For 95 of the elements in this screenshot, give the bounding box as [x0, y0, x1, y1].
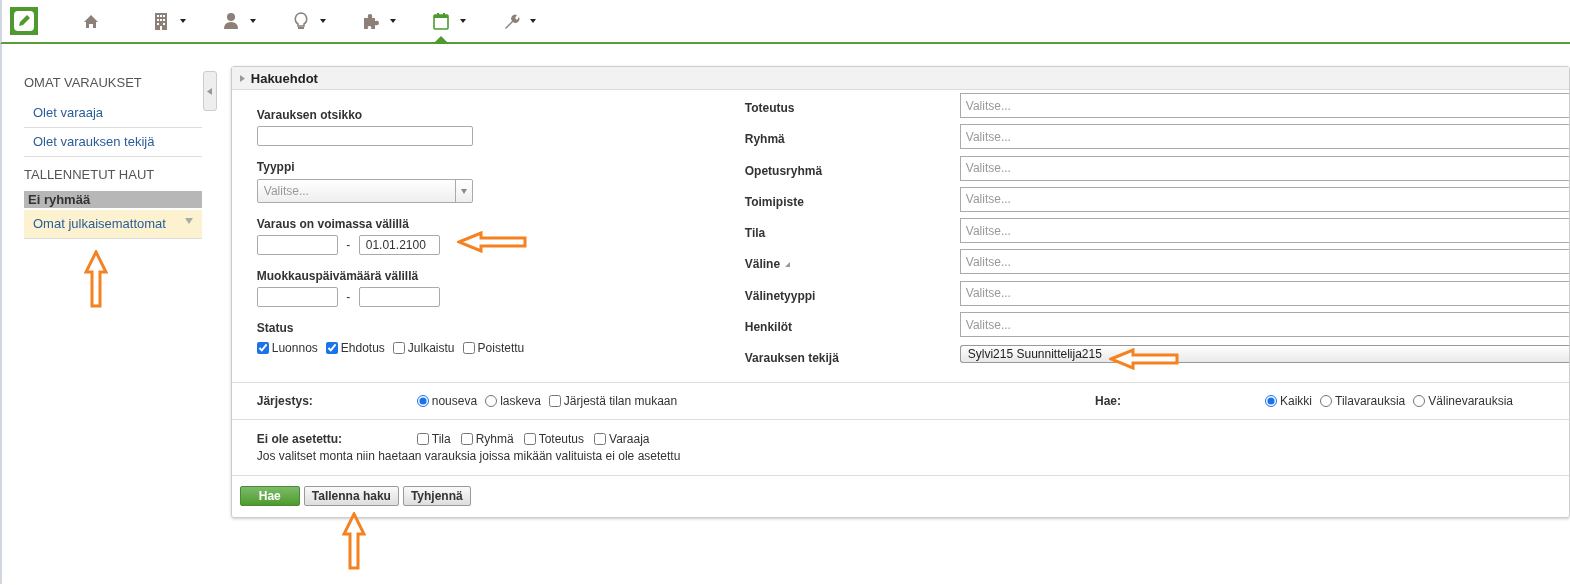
caret-icon: [250, 19, 256, 23]
date-field[interactable]: 01.01.2100: [358, 235, 440, 255]
field-label: Varauksen otsikko: [256, 108, 364, 122]
select-field[interactable]: Valitse...: [959, 93, 1569, 118]
caret-icon[interactable]: [184, 216, 193, 226]
field-label: Status: [256, 321, 295, 335]
radio-button[interactable]: [1320, 395, 1333, 407]
help-text: Jos valitset monta niin haetaan varauksia joissa mikään valituista ei ole asetettu: [256, 449, 682, 463]
option-label: Järjestä tilan mukaan: [563, 394, 678, 408]
option-label: nouseva: [431, 394, 478, 408]
date-field[interactable]: [256, 287, 338, 307]
annotation-arrow: [84, 250, 108, 308]
caret-icon: [460, 19, 466, 23]
group-header: Ei ryhmää: [24, 191, 202, 208]
option-label: Välinevarauksia: [1428, 394, 1513, 408]
caret-icon: [180, 19, 186, 23]
sidebar-item[interactable]: Omat julkaisemattomat: [24, 210, 202, 239]
field-label: Toteutus: [744, 101, 795, 115]
action-button[interactable]: Tallenna haku: [303, 486, 399, 506]
select-field[interactable]: Valitse...: [959, 280, 1569, 306]
range-separator: -: [345, 238, 352, 252]
field-label: Välinetyyppi: [744, 288, 816, 303]
option-label: Varaaja: [609, 432, 650, 446]
panel-title: Hakuehdot: [250, 70, 318, 86]
range-separator: -: [345, 290, 352, 304]
checkbox[interactable]: [460, 433, 473, 445]
date-field[interactable]: [358, 287, 440, 307]
field-label: Tila: [744, 226, 766, 241]
sidebar-item[interactable]: Olet varaaja: [24, 99, 202, 128]
field-label: Ryhmä: [744, 132, 785, 147]
collapse-button[interactable]: [202, 71, 217, 111]
field-label: Tyyppi: [256, 160, 296, 174]
option-label: Julkaistu: [407, 341, 455, 355]
checkbox[interactable]: [548, 395, 561, 407]
input-field[interactable]: [256, 126, 473, 146]
field-label: Ei ole asetettu:: [256, 432, 344, 446]
puzzle-icon: [362, 11, 380, 31]
caret-icon: [460, 188, 467, 194]
annotation-arrow: [457, 231, 527, 253]
person-icon: [222, 11, 240, 31]
caret-icon: [320, 19, 326, 23]
expand-icon[interactable]: [239, 74, 245, 82]
select-field[interactable]: Valitse...: [959, 124, 1569, 150]
field-label: Toimipiste: [744, 194, 804, 209]
radio-button[interactable]: [485, 395, 498, 407]
corner-arrow-icon[interactable]: [785, 262, 791, 267]
option-label: laskeva: [500, 394, 541, 408]
checkbox[interactable]: [256, 342, 269, 354]
select-field[interactable]: Valitse...: [959, 249, 1569, 275]
sidebar-item[interactable]: Olet varauksen tekijä: [24, 128, 202, 157]
field-label: Väline: [744, 257, 781, 272]
field-label: Opetusryhmä: [744, 163, 823, 178]
select-field[interactable]: Valitse...: [959, 155, 1569, 181]
select-field[interactable]: Sylvi215 Suunnittelija215: [959, 345, 1569, 364]
field-label: Henkilöt: [744, 320, 793, 335]
option-label: Ryhmä: [475, 432, 514, 446]
caret-icon: [390, 19, 396, 23]
option-label: Poistettu: [477, 341, 525, 355]
app-logo-icon[interactable]: [10, 7, 38, 35]
radio-button[interactable]: [1265, 395, 1277, 407]
annotation-arrow: [342, 512, 366, 570]
checkbox[interactable]: [462, 342, 475, 354]
select-field[interactable]: Valitse...: [959, 312, 1569, 338]
select-field[interactable]: Valitse...: [256, 179, 473, 203]
radio-button[interactable]: [1413, 395, 1426, 407]
collapse-icon: [207, 87, 213, 95]
action-button[interactable]: Tyhjennä: [402, 486, 471, 506]
annotation-arrow: [1109, 348, 1179, 370]
field-label: Järjestys:: [256, 394, 314, 408]
option-label: Ehdotus: [340, 341, 385, 355]
calendar-icon: [432, 11, 450, 31]
sidebar-heading: OMAT VARAUKSET: [24, 74, 143, 92]
option-label: Kaikki: [1280, 394, 1313, 408]
field-label: Hae:: [1095, 394, 1123, 408]
select-field[interactable]: Valitse...: [959, 186, 1569, 212]
option-label: Toteutus: [538, 432, 585, 446]
checkbox[interactable]: [416, 433, 429, 445]
bulb-icon: [292, 11, 310, 31]
field-label: Muokkauspäivämäärä välillä: [256, 269, 420, 283]
option-label: Tilavarauksia: [1335, 394, 1406, 408]
building-icon: [152, 11, 170, 31]
field-label: Varauksen tekijä: [744, 351, 839, 366]
caret-icon: [530, 19, 536, 23]
sidebar-heading: TALLENNETUT HAUT: [24, 166, 156, 184]
checkbox[interactable]: [523, 433, 536, 445]
checkbox[interactable]: [325, 342, 338, 354]
option-label: Tila: [431, 432, 451, 446]
search-button[interactable]: Hae: [239, 486, 300, 506]
select-field[interactable]: Valitse...: [959, 218, 1569, 244]
checkbox[interactable]: [392, 342, 405, 354]
radio-button[interactable]: [416, 395, 429, 407]
option-label: Luonnos: [271, 341, 318, 355]
checkbox[interactable]: [594, 433, 607, 445]
date-field[interactable]: [256, 235, 338, 255]
field-label: Varaus on voimassa välillä: [256, 217, 410, 231]
